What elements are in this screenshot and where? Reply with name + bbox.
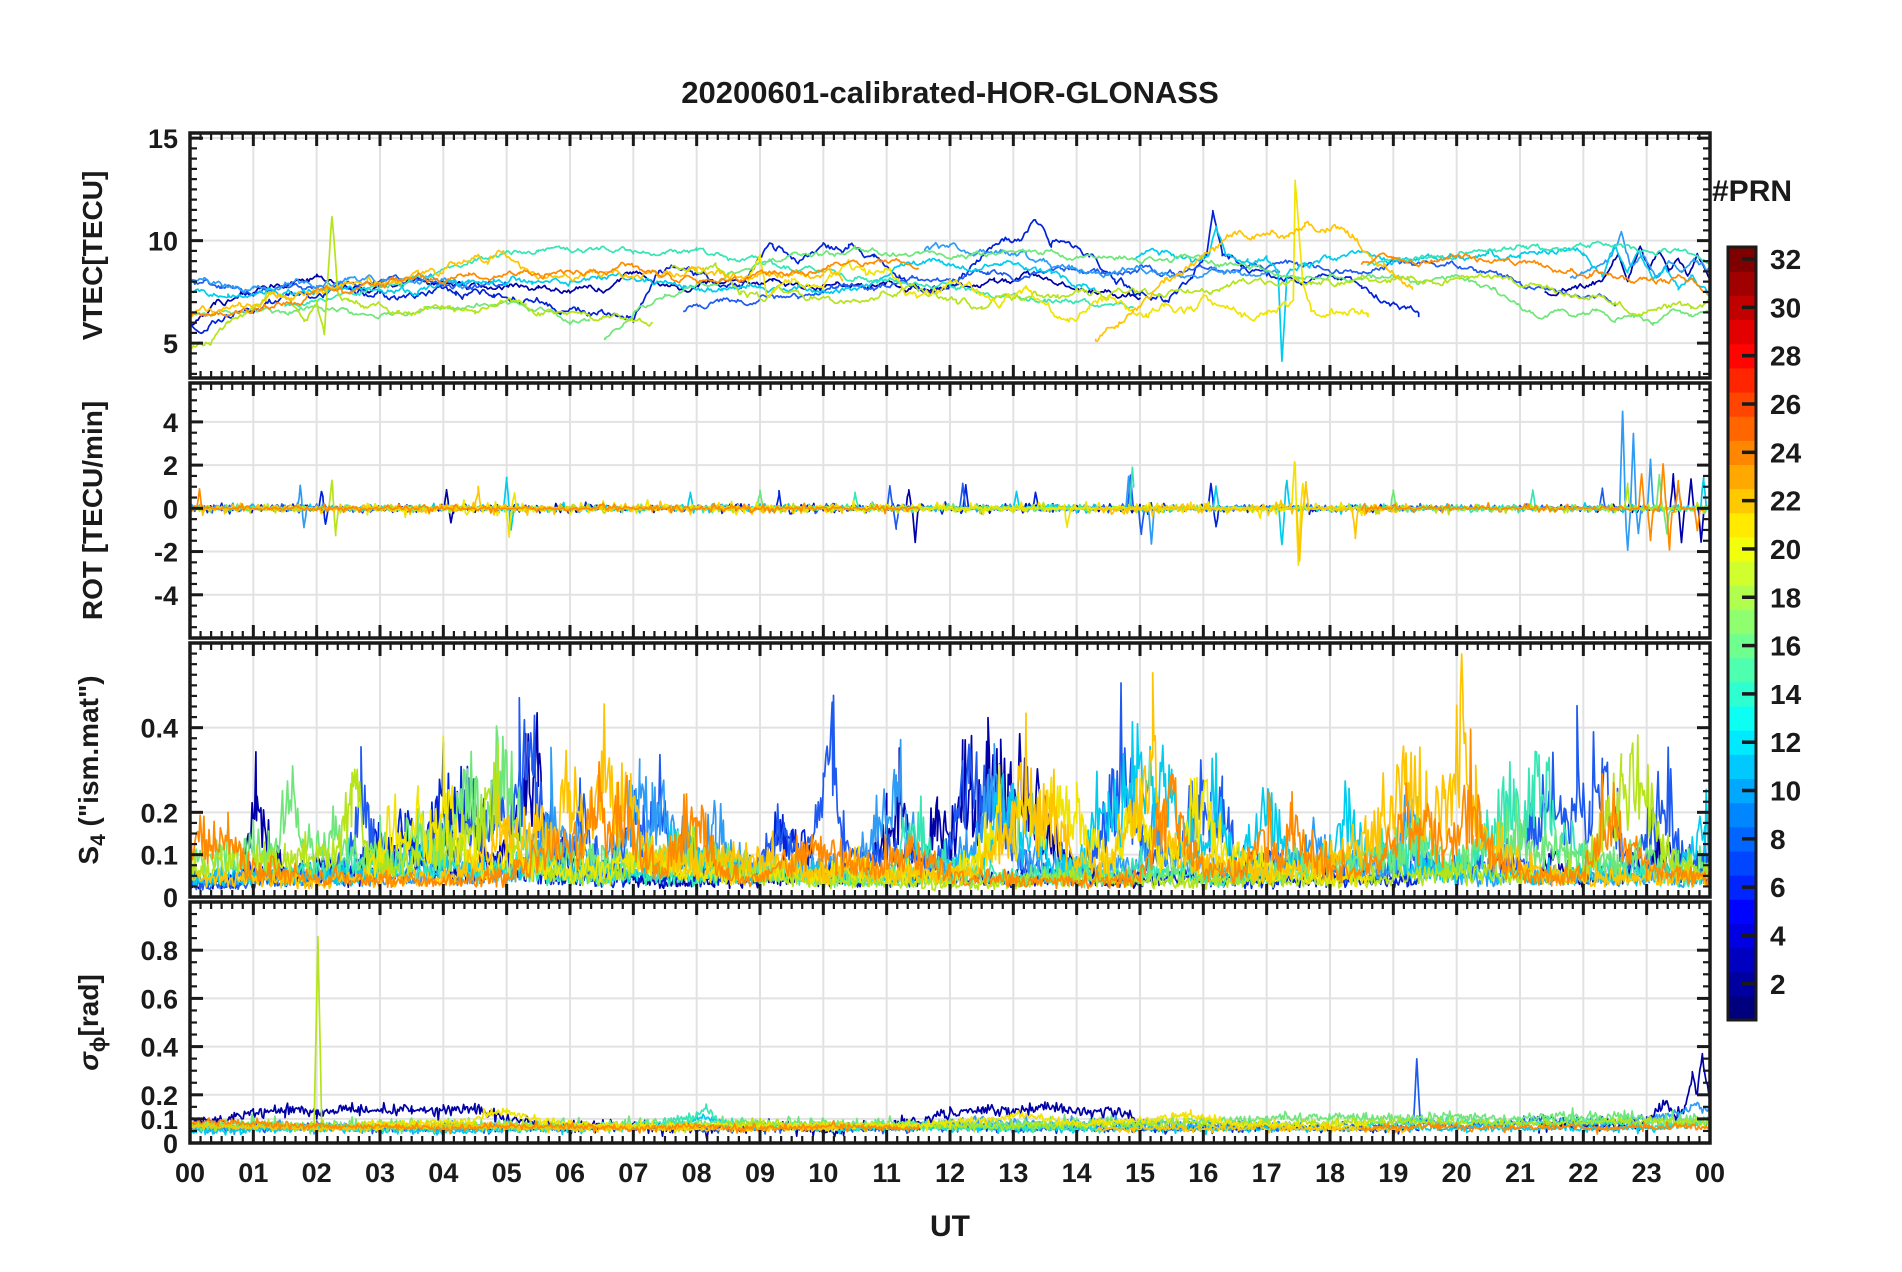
x-tick-label: 21 [1505, 1158, 1535, 1188]
colorbar-tick-label: 14 [1770, 679, 1802, 710]
x-tick-label: 18 [1315, 1158, 1345, 1188]
x-tick-label: 01 [238, 1158, 268, 1188]
y-axis-label-vtec: VTEC[TECU] [77, 171, 108, 341]
figure-title: 20200601-calibrated-HOR-GLONASS [681, 75, 1219, 110]
colorbar-tick-label: 30 [1770, 292, 1801, 323]
series-prn16 [603, 244, 1710, 341]
x-tick-label: 05 [492, 1158, 522, 1188]
glonass-four-panel-chart: 51015VTEC[TECU]-4-2024ROT [TECU/min]00.1… [73, 75, 1802, 1243]
colorbar-tick-label: 8 [1770, 824, 1786, 855]
x-tick-label: 08 [682, 1158, 712, 1188]
colorbar-tick-label: 2 [1770, 969, 1786, 1000]
colorbar-label: #PRN [1712, 175, 1792, 208]
colorbar-block [1728, 367, 1756, 393]
x-tick-label: 10 [808, 1158, 838, 1188]
x-tick-label: 20 [1442, 1158, 1472, 1188]
colorbar-tick-label: 28 [1770, 341, 1801, 372]
series-prn18 [190, 935, 654, 1133]
colorbar-block [1728, 850, 1756, 876]
y-tick-label: 15 [148, 124, 178, 154]
x-tick-label: 00 [1695, 1158, 1725, 1188]
x-tick-label: 06 [555, 1158, 585, 1188]
colorbar-block [1728, 464, 1756, 490]
x-tick-label: 00 [175, 1158, 205, 1188]
y-tick-label: 4 [163, 408, 178, 438]
x-tick-label: 12 [935, 1158, 965, 1188]
colorbar-tick-label: 10 [1770, 776, 1801, 807]
colorbar-tick-label: 18 [1770, 582, 1801, 613]
x-tick-label: 19 [1378, 1158, 1408, 1188]
colorbar-block [1728, 899, 1756, 924]
y-axis-label-sigma: σϕ[rad] [73, 974, 110, 1071]
x-tick-label: 13 [998, 1158, 1028, 1188]
colorbar-tick-label: 32 [1770, 244, 1801, 275]
x-axis-label: UT [930, 1210, 970, 1243]
y-tick-label: 0.4 [140, 1033, 178, 1063]
x-tick-label: 07 [618, 1158, 648, 1188]
figure-container: 5 10 15 VTEC[TECU] -4 -2 0 2 4 ROT [TECU/min] 0 0.1… [0, 0, 1902, 1272]
colorbar-block [1728, 995, 1756, 1021]
x-tick-label: 11 [872, 1158, 901, 1188]
panel-s4: 0 0.1 0.2 0.4 S4 ("ism.mat") [73, 641, 1712, 913]
panels-group: 51015VTEC[TECU]-4-2024ROT [TECU/min]00.1… [73, 124, 1725, 1188]
y-tick-label: 0.2 [140, 1081, 178, 1111]
y-tick-label: 2 [163, 451, 178, 481]
colorbar-tick-label: 24 [1770, 437, 1802, 468]
x-tick-label: 09 [745, 1158, 775, 1188]
y-tick-label: -4 [154, 581, 178, 611]
x-tick-label: 23 [1632, 1158, 1662, 1188]
x-tick-label: 02 [302, 1158, 332, 1188]
y-tick-label: 0.4 [140, 714, 178, 744]
y-tick-label: -2 [154, 538, 178, 568]
panel-vtec: 5 10 15 VTEC[TECU] [77, 124, 1712, 380]
colorbar-tick-label: 16 [1770, 631, 1801, 662]
colorbar-block [1728, 754, 1756, 780]
x-tick-label: 15 [1125, 1158, 1155, 1188]
colorbar-block [1728, 561, 1756, 586]
colorbar-block [1728, 705, 1756, 731]
y-tick-label: 0 [163, 883, 178, 913]
y-tick-label: 0.8 [140, 936, 178, 966]
series-prn12 [1132, 476, 1710, 546]
x-tick-label: 17 [1252, 1158, 1282, 1188]
x-tick-label: 16 [1188, 1158, 1218, 1188]
colorbar-block [1728, 319, 1756, 345]
colorbar-block [1728, 271, 1756, 296]
colorbar-block [1728, 947, 1756, 973]
x-tick-label: 04 [428, 1158, 458, 1188]
x-tick-label: 22 [1568, 1158, 1598, 1188]
y-tick-label: 5 [163, 329, 178, 359]
colorbar-block [1728, 802, 1756, 828]
y-tick-label: 0.2 [140, 798, 178, 828]
colorbar-block [1728, 512, 1756, 538]
colorbar-tick-label: 26 [1770, 389, 1801, 420]
panel-sigma: 00.10.20.40.60.8σϕ[rad]00 01 02 03 04 05 06 07 0… [73, 900, 1725, 1188]
colorbar-block [1728, 609, 1756, 635]
colorbar-tick-label: 12 [1770, 727, 1801, 758]
x-tick-label: 03 [365, 1158, 395, 1188]
colorbar-tick-label: 22 [1770, 486, 1801, 517]
y-axis-label-s4: S4 ("ism.mat") [73, 675, 110, 864]
y-tick-label: 0 [163, 494, 178, 524]
colorbar-block [1728, 657, 1756, 683]
colorbar-tick-label: 6 [1770, 872, 1786, 903]
y-tick-label: 0.6 [140, 984, 178, 1014]
y-tick-label: 10 [148, 227, 178, 257]
x-tick-label: 14 [1062, 1158, 1092, 1188]
series-prn18 [190, 215, 654, 351]
y-axis-label-rot: ROT [TECU/min] [77, 401, 108, 620]
colorbar-tick-label: 20 [1770, 534, 1801, 565]
series-prn22 [1094, 220, 1414, 343]
y-tick-label: 0.1 [140, 841, 178, 871]
panel-rot: -4 -2 0 2 4 ROT [TECU/min] [77, 381, 1712, 640]
colorbar-block [1728, 416, 1756, 441]
colorbar-tick-label: 4 [1770, 920, 1786, 951]
colorbar-group: 2468101214161820222426283032 [1726, 244, 1802, 1022]
